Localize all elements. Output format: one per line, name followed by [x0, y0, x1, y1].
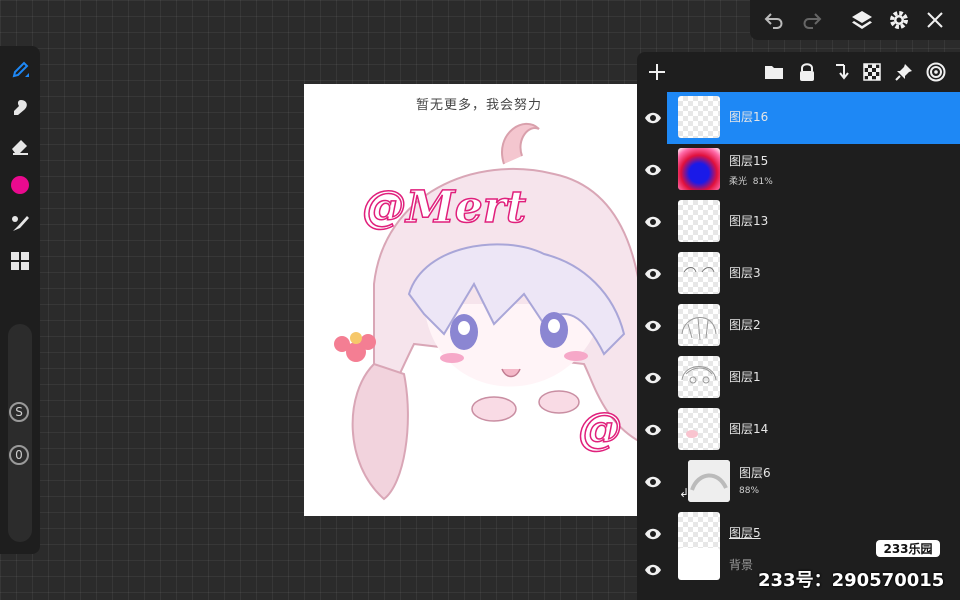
layer-opacity: 88%: [739, 486, 760, 496]
settings-icon[interactable]: [887, 8, 911, 32]
layer-name: 背景: [729, 558, 754, 572]
folder-icon[interactable]: [763, 61, 785, 83]
visibility-eye-icon[interactable]: [643, 524, 663, 544]
layer-name: 图层15: [729, 154, 769, 168]
layers-panel: 图层16 图层15 柔光 81% 图层13 图层3 图层2 图层1 图层14 ↲…: [637, 52, 960, 600]
visibility-eye-icon[interactable]: [643, 472, 663, 492]
transparency-icon[interactable]: [861, 61, 883, 83]
left-toolbar: S 0: [0, 46, 40, 554]
layer-name: 图层3: [729, 266, 761, 280]
visibility-eye-icon[interactable]: [643, 560, 663, 580]
visibility-eye-icon[interactable]: [643, 264, 663, 284]
layer-blend-info: 柔光 81%: [729, 177, 773, 187]
layer-row[interactable]: ↲ 图层6 88%: [637, 456, 960, 508]
layer-thumbnail: [678, 408, 720, 450]
opacity-button[interactable]: 0: [9, 445, 29, 465]
visibility-eye-icon[interactable]: [643, 212, 663, 232]
brush-settings-icon[interactable]: [8, 211, 32, 235]
layer-row[interactable]: 图层1: [637, 352, 960, 404]
drawing-canvas[interactable]: 暂无更多，我会努力 @Mert @: [304, 84, 644, 516]
layer-row[interactable]: 图层3: [637, 248, 960, 300]
pin-icon[interactable]: [893, 61, 915, 83]
visibility-eye-icon[interactable]: [643, 420, 663, 440]
eraser-icon[interactable]: [8, 134, 32, 158]
layer-thumbnail: [678, 304, 720, 346]
layer-thumbnail: [688, 460, 730, 502]
visibility-eye-icon[interactable]: [643, 316, 663, 336]
layer-name: 图层16: [729, 110, 769, 124]
add-layer-icon[interactable]: [646, 61, 668, 83]
layer-row[interactable]: 图层2: [637, 300, 960, 352]
grid-icon[interactable]: [8, 249, 32, 273]
layer-thumbnail: [678, 356, 720, 398]
layer-thumbnail: [678, 200, 720, 242]
layer-name: 图层2: [729, 318, 761, 332]
layer-row[interactable]: 图层14: [637, 404, 960, 456]
visibility-eye-icon[interactable]: [643, 160, 663, 180]
smudge-icon[interactable]: [8, 96, 32, 120]
target-icon[interactable]: [925, 61, 947, 83]
layer-row[interactable]: 图层16: [637, 92, 960, 144]
layer-thumbnail: [678, 548, 720, 580]
layer-thumbnail: [678, 96, 720, 138]
layers-icon[interactable]: [850, 8, 874, 32]
layer-name: 图层14: [729, 422, 769, 436]
undo-icon[interactable]: [762, 8, 786, 32]
lock-icon[interactable]: [796, 61, 818, 83]
signature-text: @Mert: [361, 181, 527, 234]
brand-id-text: 233号：290570015: [758, 570, 945, 591]
layers-header: [637, 52, 960, 92]
redo-icon[interactable]: [800, 8, 824, 32]
color-swatch[interactable]: [8, 173, 32, 197]
top-bar: [750, 0, 960, 40]
layer-name: 图层5: [729, 526, 761, 540]
brush-icon[interactable]: [8, 58, 32, 82]
merge-down-icon[interactable]: [830, 61, 852, 83]
visibility-eye-icon[interactable]: [643, 368, 663, 388]
layer-row[interactable]: 图层15 柔光 81%: [637, 144, 960, 196]
layer-name: 图层6: [739, 466, 771, 480]
layer-thumbnail: [678, 252, 720, 294]
layer-row[interactable]: 图层13: [637, 196, 960, 248]
layer-thumbnail: [678, 148, 720, 190]
close-icon[interactable]: [923, 8, 947, 32]
brand-badge: 233乐园: [876, 540, 940, 557]
visibility-eye-icon[interactable]: [643, 108, 663, 128]
layer-name: 图层1: [729, 370, 761, 384]
brush-size-slider[interactable]: [8, 324, 32, 542]
layer-name: 图层13: [729, 214, 769, 228]
size-button[interactable]: S: [9, 402, 29, 422]
signature-partial-text: @: [577, 403, 623, 456]
